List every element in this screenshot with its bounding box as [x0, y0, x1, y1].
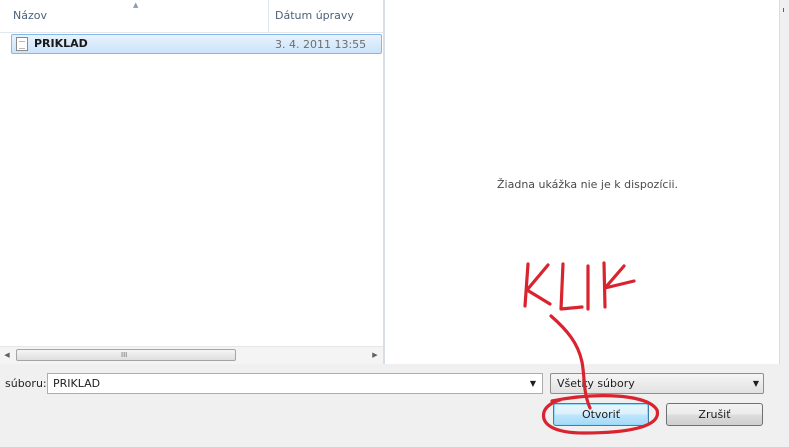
vertical-scrollbar[interactable]: [779, 0, 789, 364]
no-preview-message: Žiadna ukážka nie je k dispozícii.: [497, 178, 679, 191]
cancel-button[interactable]: Zrušiť: [666, 403, 763, 426]
file-row[interactable]: PRIKLAD 3. 4. 2011 13:55: [11, 34, 382, 54]
sort-ascending-icon: ▲: [133, 1, 139, 9]
scrollbar-thumb[interactable]: III: [16, 349, 236, 361]
file-list-pane: ▲ Názov Dátum úpravy PRIKLAD 3. 4. 2011 …: [0, 0, 383, 364]
scroll-right-icon[interactable]: ▶: [368, 347, 382, 364]
open-button[interactable]: Otvoriť: [553, 403, 649, 426]
text-file-icon: [16, 37, 28, 51]
file-type-select[interactable]: Všetky súbory ▼: [550, 373, 764, 394]
file-name: PRIKLAD: [34, 37, 88, 50]
preview-pane: Žiadna ukážka nie je k dispozícii.: [385, 0, 779, 364]
scrollbar-grip: III: [121, 351, 128, 359]
column-header-date[interactable]: Dátum úpravy: [269, 0, 383, 33]
scroll-tick-icon: [783, 8, 784, 12]
scroll-left-icon[interactable]: ◀: [0, 347, 14, 364]
chevron-down-icon: ▼: [752, 379, 759, 388]
horizontal-scrollbar[interactable]: ◀ III ▶: [0, 346, 383, 364]
filename-label: súboru:: [5, 377, 47, 390]
column-header-date-label: Dátum úpravy: [275, 9, 354, 22]
filename-input[interactable]: [47, 373, 543, 394]
column-header-name[interactable]: ▲ Názov: [0, 0, 269, 33]
column-header-name-label: Názov: [13, 9, 47, 22]
filename-history-dropdown-icon[interactable]: ▼: [525, 374, 541, 393]
file-type-value: Všetky súbory: [557, 377, 635, 390]
file-date: 3. 4. 2011 13:55: [275, 38, 367, 51]
